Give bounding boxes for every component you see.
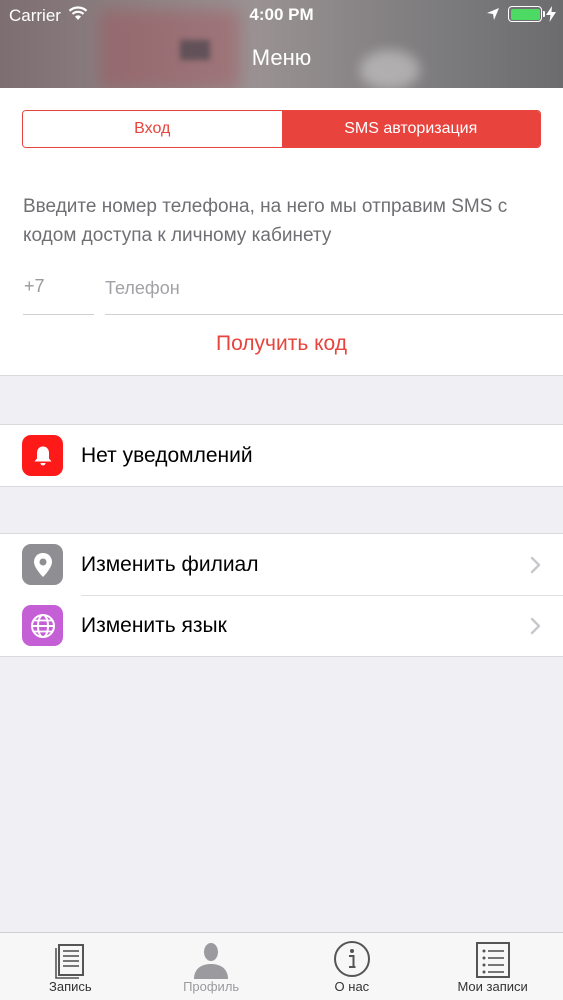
navigation-header: Carrier 4:00 PM Меню [0,0,563,88]
battery-tip [542,11,545,17]
change-branch-row[interactable]: Изменить филиал [0,534,563,595]
globe-icon [22,605,63,646]
phone-input-underline [105,314,563,315]
tab-about[interactable]: О нас [282,933,423,1000]
person-icon [194,943,229,979]
bell-icon [22,435,63,476]
change-language-row[interactable]: Изменить язык [0,595,563,656]
document-icon [55,944,85,979]
status-bar: Carrier 4:00 PM [0,0,563,30]
tab-login[interactable]: Вход [23,111,282,147]
change-language-label: Изменить язык [81,613,227,637]
list-icon [475,942,510,978]
location-pin-icon [22,544,63,585]
notifications-group: Нет уведомлений [0,424,563,487]
notifications-label: Нет уведомлений [81,443,253,467]
chevron-right-icon [530,556,541,574]
tab-bar: Запись Профиль О нас Мои записи [0,932,563,1000]
country-code-underline [23,314,94,315]
country-code: +7 [24,276,45,296]
info-icon [333,941,370,977]
battery-level [510,8,540,20]
notifications-row[interactable]: Нет уведомлений [0,425,563,486]
change-branch-label: Изменить филиал [81,552,259,576]
sms-instruction-text: Введите номер телефона, на него мы отпра… [23,196,508,246]
tab-booking[interactable]: Запись [0,933,141,1000]
settings-group: Изменить филиал Изменить язык [0,533,563,657]
battery-icon [508,6,545,22]
charging-bolt-icon [546,6,556,22]
get-code-button[interactable]: Получить код [0,332,563,356]
phone-input[interactable] [105,271,563,305]
status-time: 4:00 PM [249,5,314,24]
tab-my-bookings-label: Мои записи [457,979,528,994]
tab-profile-label: Профиль [183,979,240,994]
chevron-right-icon [530,617,541,635]
auth-card: Вход SMS авторизация Введите номер телеф… [0,88,563,376]
auth-mode-segmented-control: Вход SMS авторизация [22,110,541,148]
tab-profile[interactable]: Профиль [141,933,282,1000]
location-arrow-icon [487,8,499,20]
tab-about-label: О нас [334,979,370,994]
page-title: Меню [251,45,312,70]
tab-my-bookings[interactable]: Мои записи [422,933,563,1000]
tab-booking-label: Запись [49,979,92,994]
tab-sms-authorization[interactable]: SMS авторизация [281,111,540,147]
